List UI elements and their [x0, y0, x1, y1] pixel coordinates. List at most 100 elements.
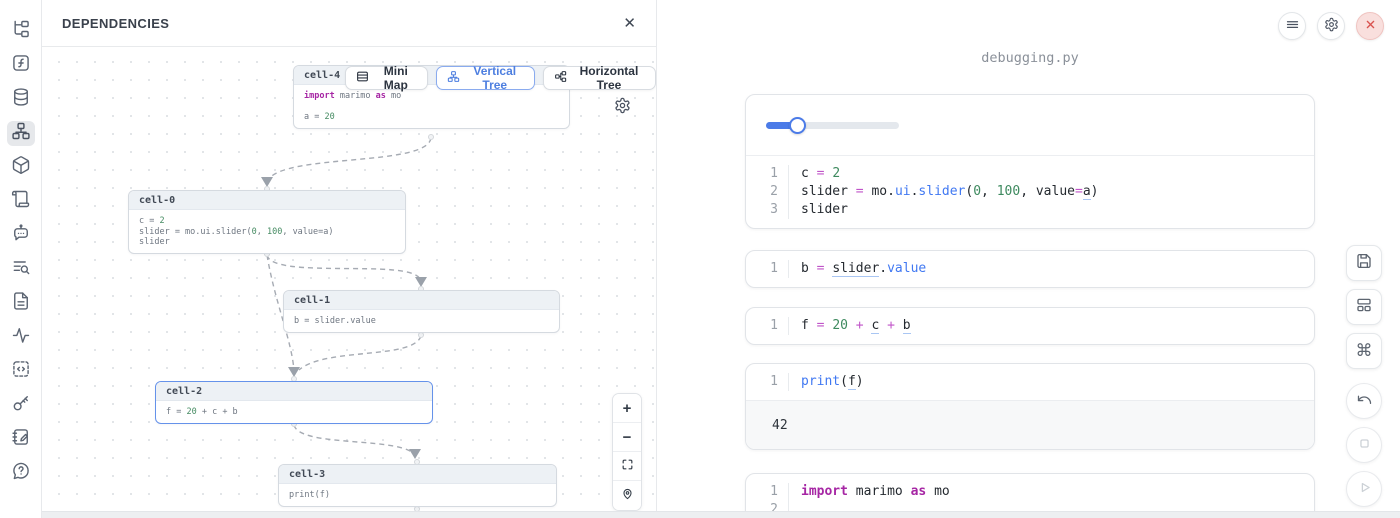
- notebook-area: debugging.py 1c = 2 2slider = mo.ui.slid…: [657, 0, 1400, 518]
- settings-button[interactable]: [1317, 12, 1345, 40]
- code-editor[interactable]: 1b = slider.value: [746, 251, 1314, 287]
- sidebar-item-datasources[interactable]: [7, 87, 35, 112]
- package-icon: [11, 155, 31, 180]
- sidebar-item-chat[interactable]: [7, 223, 35, 248]
- code-line: f = 20 + c + b: [788, 317, 911, 335]
- slider-widget[interactable]: [766, 117, 899, 134]
- run-button[interactable]: [1346, 471, 1382, 507]
- node-title: cell-2: [156, 382, 432, 401]
- sidebar-item-script[interactable]: [7, 189, 35, 214]
- snippets-icon: [11, 359, 31, 384]
- notebook-cell-slider: 1c = 2 2slider = mo.ui.slider(0, 100, va…: [745, 94, 1315, 229]
- close-x-icon: [1363, 17, 1378, 35]
- code-line: print(f): [788, 373, 864, 391]
- stop-button[interactable]: [1346, 427, 1382, 463]
- code-editor[interactable]: 1c = 2 2slider = mo.ui.slider(0, 100, va…: [746, 155, 1314, 228]
- node-title: cell-3: [279, 465, 556, 484]
- node-code: import marimo as mo a = 20: [294, 85, 569, 128]
- zoom-in-button[interactable]: +: [613, 394, 641, 423]
- minimap-view-button[interactable]: Mini Map: [345, 66, 428, 90]
- sidebar-item-file-tree[interactable]: [7, 19, 35, 44]
- graph-zoom-controls: + −: [612, 393, 642, 511]
- stop-icon: [1356, 435, 1373, 455]
- function-square-icon: [11, 53, 31, 78]
- horizontal-tree-view-button[interactable]: Horizontal Tree: [543, 66, 656, 90]
- sidebar-item-dependencies[interactable]: [7, 121, 35, 146]
- sidebar-item-documentation[interactable]: [7, 291, 35, 316]
- node-code: b = slider.value: [284, 310, 559, 332]
- line-number: 1: [754, 373, 788, 391]
- gear-icon: [614, 102, 631, 117]
- fit-view-icon: [621, 458, 634, 475]
- node-code: print(f): [279, 484, 556, 506]
- dependency-graph-icon: [11, 121, 31, 146]
- undo-icon: [1356, 391, 1373, 411]
- fit-view-button[interactable]: [613, 452, 641, 481]
- save-button[interactable]: [1346, 245, 1382, 281]
- keyboard-shortcuts-button[interactable]: ⌘: [1346, 333, 1382, 369]
- graph-node-cell-2[interactable]: cell-2 f = 20 + c + b: [155, 381, 433, 424]
- bottom-scrollbar-strip[interactable]: [42, 511, 1400, 518]
- edge-cell4-cell0: [268, 138, 431, 180]
- map-pin-icon: [621, 487, 634, 504]
- sidebar-item-snippets[interactable]: [7, 359, 35, 384]
- save-icon: [1355, 252, 1373, 275]
- node-title: cell-0: [129, 191, 405, 210]
- dependencies-panel: DEPENDENCIES ✕: [42, 0, 657, 518]
- code-line: slider: [788, 201, 848, 219]
- key-icon: [11, 393, 31, 418]
- notebook-cell-b: 1b = slider.value: [745, 250, 1315, 288]
- layout-button[interactable]: [1346, 289, 1382, 325]
- floating-action-buttons: ⌘: [1346, 245, 1382, 507]
- app-window: DEPENDENCIES ✕: [0, 0, 1400, 518]
- play-icon: [1356, 479, 1373, 499]
- shutdown-button[interactable]: [1356, 12, 1384, 40]
- sidebar-item-help[interactable]: [7, 461, 35, 486]
- sidebar-item-secrets[interactable]: [7, 393, 35, 418]
- node-code: f = 20 + c + b: [156, 401, 432, 423]
- dependency-graph-canvas[interactable]: cell-4 import marimo as mo a = 20 cell-0…: [42, 47, 656, 518]
- graph-settings-button[interactable]: [612, 97, 632, 117]
- notebook-cell-f: 1f = 20 + c + b: [745, 307, 1315, 345]
- logs-search-icon: [11, 257, 31, 282]
- graph-node-cell-0[interactable]: cell-0 c = 2slider = mo.ui.slider(0, 100…: [128, 190, 406, 254]
- horizontal-tree-icon: [554, 70, 567, 86]
- minimap-icon: [356, 70, 369, 86]
- code-line: slider = mo.ui.slider(0, 100, value=a): [788, 183, 1098, 201]
- icon-sidebar: [0, 0, 42, 518]
- notebook-filename: debugging.py: [745, 50, 1315, 66]
- notebook-column: debugging.py 1c = 2 2slider = mo.ui.slid…: [745, 50, 1315, 518]
- sidebar-item-scratchpad[interactable]: [7, 427, 35, 452]
- vertical-tree-icon: [447, 70, 460, 86]
- locate-button[interactable]: [613, 481, 641, 510]
- edge-cell0-cell1: [267, 255, 420, 279]
- notebook-topbar-actions: [1278, 12, 1384, 40]
- database-icon: [11, 87, 31, 112]
- slider-thumb[interactable]: [789, 117, 806, 134]
- sidebar-item-functions[interactable]: [7, 53, 35, 78]
- sidebar-item-packages[interactable]: [7, 155, 35, 180]
- graph-node-cell-1[interactable]: cell-1 b = slider.value: [283, 290, 560, 333]
- document-icon: [11, 291, 31, 316]
- graph-node-cell-3[interactable]: cell-3 print(f): [278, 464, 557, 507]
- panel-close-button[interactable]: ✕: [623, 16, 636, 31]
- menu-button[interactable]: [1278, 12, 1306, 40]
- code-line: import marimo as mo: [788, 483, 950, 501]
- undo-button[interactable]: [1346, 383, 1382, 419]
- code-editor[interactable]: 1f = 20 + c + b: [746, 308, 1314, 344]
- sidebar-item-logs[interactable]: [7, 257, 35, 282]
- panel-title: DEPENDENCIES: [62, 16, 169, 31]
- line-number: 1: [754, 483, 788, 501]
- sidebar-item-tracing[interactable]: [7, 325, 35, 350]
- notebook-cell-print: 1print(f) 42: [745, 363, 1315, 450]
- graph-view-toolbar: Mini Map Vertical Tree Horizontal Tree: [345, 66, 656, 90]
- gear-icon: [1324, 17, 1339, 35]
- zoom-out-button[interactable]: −: [613, 423, 641, 452]
- vertical-tree-view-button[interactable]: Vertical Tree: [436, 66, 535, 90]
- line-number: 2: [754, 183, 788, 201]
- scratchpad-icon: [11, 427, 31, 452]
- code-line: b = slider.value: [788, 260, 926, 278]
- script-scroll-icon: [11, 189, 31, 214]
- code-editor[interactable]: 1print(f): [746, 364, 1314, 400]
- slider-track[interactable]: [766, 122, 899, 129]
